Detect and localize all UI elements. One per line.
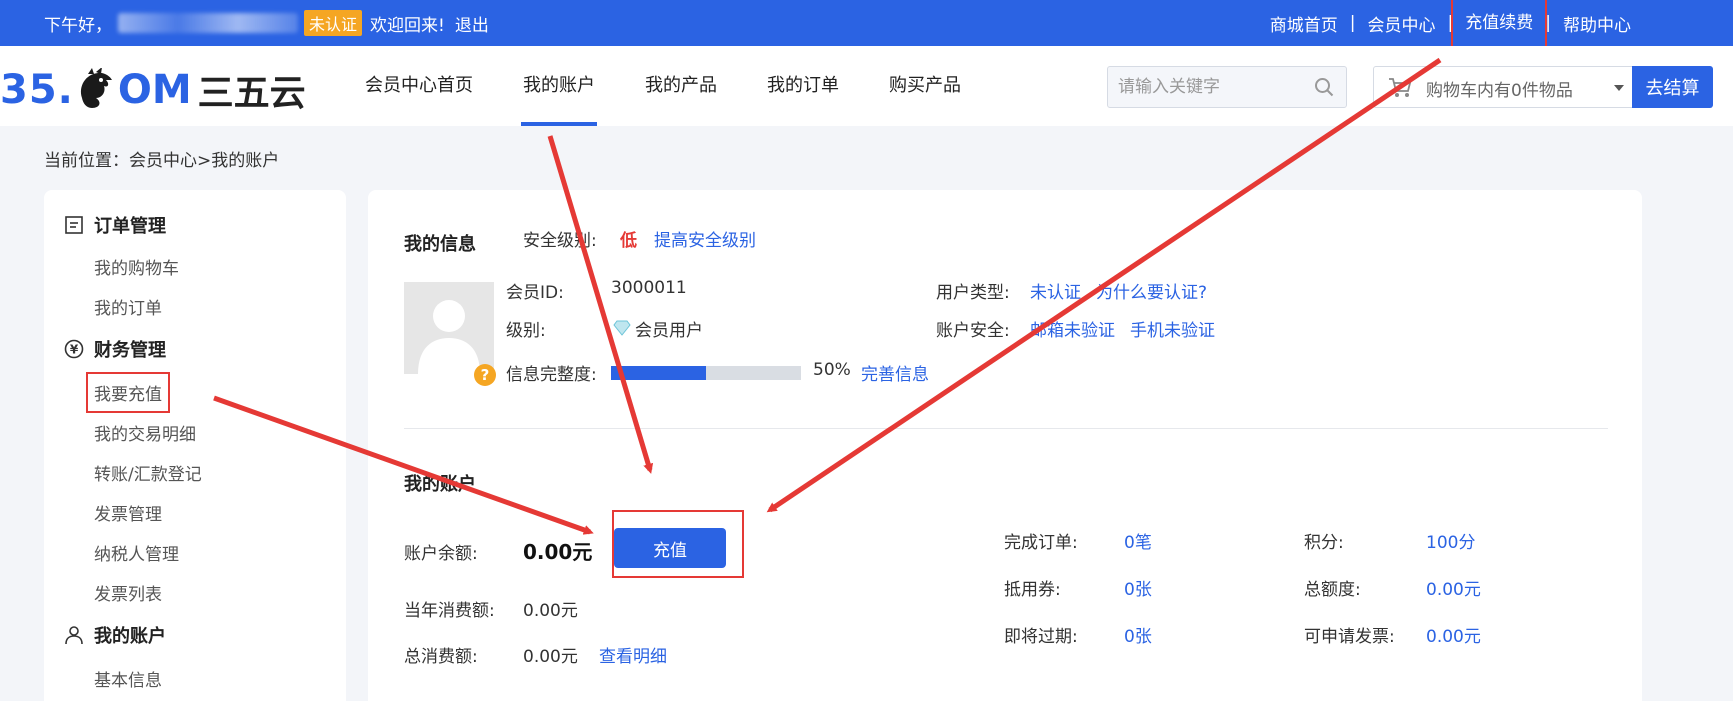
level-value: 会员用户 [635, 321, 703, 341]
sidebar-item-transactions[interactable]: 我的交易明细 [94, 420, 196, 445]
nav-member-home[interactable]: 会员中心首页 [340, 46, 498, 126]
expiring-value[interactable]: 0张 [1124, 622, 1152, 647]
user-type-value[interactable]: 未认证 [1030, 278, 1081, 303]
search-icon[interactable] [1314, 77, 1334, 97]
nav-my-orders[interactable]: 我的订单 [742, 46, 864, 126]
completeness-percent: 50% [813, 360, 851, 380]
avatar-placeholder-icon [418, 300, 480, 374]
mall-home-link[interactable]: 商城首页 [1258, 11, 1350, 36]
divider [404, 428, 1608, 429]
unverified-badge: 未认证 [304, 10, 363, 36]
list-icon [65, 216, 83, 234]
dragon-logo-icon [80, 68, 112, 108]
total-quota-label: 总额度: [1304, 580, 1361, 600]
sidebar-item-orders[interactable]: 我的订单 [94, 294, 162, 319]
sidebar-group-finance: ¥ 财务管理 [64, 336, 166, 362]
sidebar-group-label: 财务管理 [94, 340, 166, 361]
nav-my-account[interactable]: 我的账户 [498, 46, 620, 126]
phone-unverified-link[interactable]: 手机未验证 [1130, 316, 1215, 341]
my-info-title: 我的信息 [404, 234, 476, 255]
member-id-value: 3000011 [611, 278, 687, 298]
nav-my-products[interactable]: 我的产品 [620, 46, 742, 126]
user-type-label: 用户类型: [936, 283, 1010, 303]
total-spend-label: 总消费额: [404, 647, 478, 667]
blurred-username [118, 13, 298, 33]
improve-security-link[interactable]: 提高安全级别 [654, 226, 756, 251]
invoiceable-label: 可申请发票: [1304, 627, 1395, 647]
sidebar-item-cart[interactable]: 我的购物车 [94, 254, 179, 279]
top-links: 商城首页 | 会员中心 | 充值续费 | 帮助中心 [1258, 0, 1643, 48]
sidebar-group-label: 订单管理 [94, 216, 166, 237]
checkout-button[interactable]: 去结算 [1632, 66, 1713, 108]
sidebar-item-recharge[interactable]: 我要充值 [86, 372, 170, 413]
invoiceable-value[interactable]: 0.00元 [1426, 622, 1481, 647]
main-panel: 我的信息 安全级别: 低 提高安全级别 ? 会员ID: 3000011 级别: … [368, 190, 1642, 701]
security-level-label: 安全级别: [523, 231, 597, 251]
greeting-text: 下午好， [44, 15, 112, 36]
expiring-label: 即将过期: [1004, 627, 1078, 647]
sidebar-item-invoice-list[interactable]: 发票列表 [94, 580, 162, 605]
points-value[interactable]: 100分 [1426, 528, 1475, 553]
chevron-down-icon[interactable] [1614, 85, 1624, 91]
email-unverified-link[interactable]: 邮箱未验证 [1030, 316, 1115, 341]
coupons-label: 抵用券: [1004, 580, 1061, 600]
coupons-value[interactable]: 0张 [1124, 575, 1152, 600]
sidebar-group-orders: 订单管理 [64, 212, 166, 238]
total-quota-value[interactable]: 0.00元 [1426, 575, 1481, 600]
logout-link[interactable]: 退出 [455, 11, 489, 36]
level-label: 级别: [506, 321, 546, 341]
points-label: 积分: [1304, 533, 1344, 553]
breadcrumb: 当前位置：会员中心>我的账户 [44, 151, 280, 171]
sidebar-item-invoice[interactable]: 发票管理 [94, 500, 162, 525]
sidebar-group-account: 我的账户 [64, 622, 166, 648]
user-icon [65, 626, 83, 645]
help-center-link[interactable]: 帮助中心 [1551, 11, 1643, 36]
sidebar-item-basic-info[interactable]: 基本信息 [94, 666, 162, 691]
completeness-label: 信息完整度: [506, 365, 597, 385]
progress-fill [611, 366, 706, 380]
sidebar-group-label: 我的账户 [94, 626, 166, 647]
balance-label: 账户余额: [404, 544, 478, 564]
cart-text: 购物车内有0件物品 [1426, 81, 1573, 101]
help-question-icon[interactable]: ? [474, 364, 496, 386]
complete-info-link[interactable]: 完善信息 [861, 360, 929, 385]
recharge-button[interactable]: 充值 [614, 528, 726, 568]
cart-dropdown[interactable]: 购物车内有0件物品 [1373, 66, 1633, 108]
completed-orders-value[interactable]: 0笔 [1124, 528, 1152, 553]
completeness-progress-bar [611, 366, 801, 380]
top-bar: 下午好， 未认证 欢迎回来! 退出 商城首页 | 会员中心 | 充值续费 | 帮… [0, 0, 1733, 48]
logo-brand-cn: 三五云 [197, 73, 306, 114]
my-account-title: 我的账户 [404, 474, 476, 495]
logo-number: 35. [0, 67, 74, 113]
sidebar: 订单管理 我的购物车 我的订单 ¥ 财务管理 我要充值 我的交易明细 转账/汇款… [44, 190, 346, 701]
sidebar-item-transfer[interactable]: 转账/汇款登记 [94, 460, 202, 485]
security-level-value: 低 [620, 231, 637, 251]
nav-buy-products[interactable]: 购买产品 [864, 46, 986, 126]
cart-icon [1389, 78, 1412, 97]
main-nav: 会员中心首页 我的账户 我的产品 我的订单 购买产品 [340, 46, 986, 126]
member-id-label: 会员ID: [506, 283, 564, 303]
welcome-text: 欢迎回来! [370, 15, 445, 36]
logo[interactable]: 35. OM 三五云 [0, 64, 306, 116]
year-spend-value: 0.00元 [523, 601, 578, 621]
year-spend-label: 当年消费额: [404, 601, 495, 621]
completed-orders-label: 完成订单: [1004, 533, 1078, 553]
logo-om: OM [117, 67, 192, 113]
recharge-renew-link[interactable]: 充值续费 [1451, 0, 1548, 48]
account-security-label: 账户安全: [936, 321, 1010, 341]
member-center-link[interactable]: 会员中心 [1356, 11, 1448, 36]
balance-value: 0.00元 [523, 540, 593, 564]
header: 35. OM 三五云 会员中心首页 我的账户 我的产品 我的订单 购买产品 购物… [0, 46, 1733, 126]
total-spend-value: 0.00元 [523, 647, 578, 667]
search-input[interactable] [1118, 67, 1298, 107]
search-box [1107, 66, 1347, 108]
diamond-icon [613, 320, 631, 336]
why-verify-link[interactable]: 为什么要认证? [1096, 278, 1207, 303]
yuan-icon: ¥ [64, 339, 84, 359]
greeting-area: 下午好， 未认证 欢迎回来! 退出 [44, 10, 489, 36]
avatar[interactable] [404, 282, 494, 374]
view-details-link[interactable]: 查看明细 [599, 642, 667, 667]
sidebar-item-taxpayer[interactable]: 纳税人管理 [94, 540, 179, 565]
svg-text:¥: ¥ [70, 343, 79, 357]
